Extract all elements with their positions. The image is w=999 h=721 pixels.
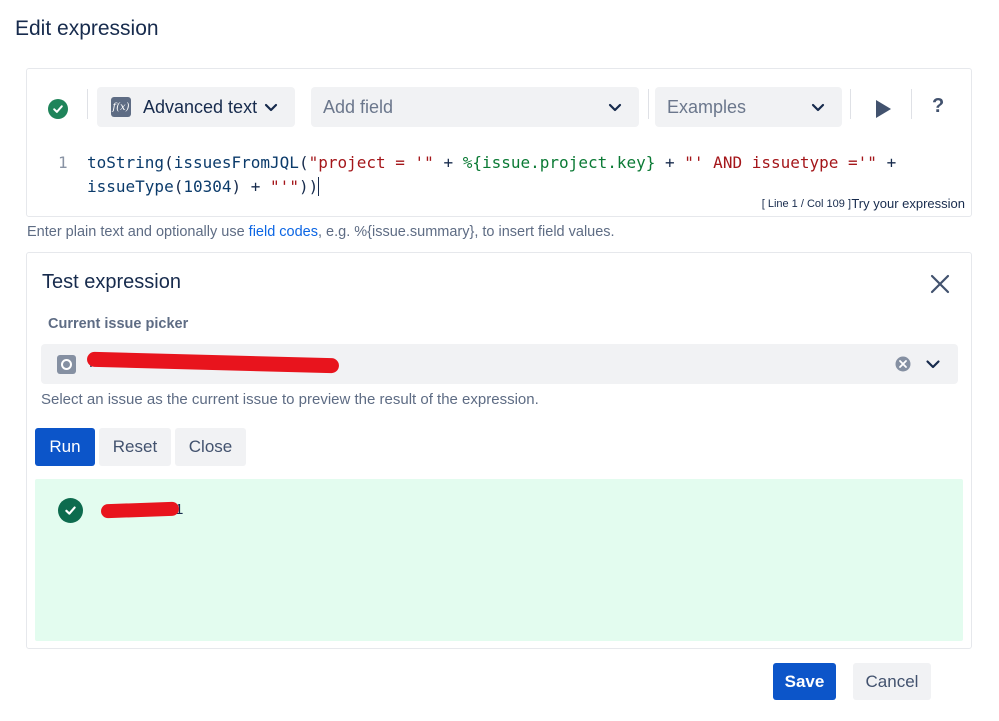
redaction-mark bbox=[100, 501, 180, 519]
code-token: + bbox=[876, 153, 897, 172]
function-icon: f(x) bbox=[111, 97, 131, 117]
current-issue-picker[interactable]: PT bbox=[41, 344, 958, 384]
add-field-placeholder: Add field bbox=[323, 96, 394, 117]
examples-select[interactable]: Examples bbox=[655, 87, 842, 127]
redaction-mark bbox=[86, 351, 340, 374]
result-panel: 1 bbox=[35, 479, 963, 641]
code-token: toString bbox=[87, 153, 165, 172]
chevron-down-icon bbox=[811, 103, 825, 112]
chevron-down-icon[interactable] bbox=[923, 354, 943, 374]
code-token: ( bbox=[173, 177, 184, 196]
reset-button[interactable]: Reset bbox=[99, 428, 171, 466]
code-token: ( bbox=[164, 153, 174, 172]
code-line-1: toString(issuesFromJQL("project = '" + %… bbox=[87, 153, 896, 172]
toolbar-divider bbox=[850, 89, 851, 119]
code-token: issuesFromJQL bbox=[173, 153, 299, 172]
examples-placeholder: Examples bbox=[667, 96, 747, 117]
code-token: ( bbox=[298, 153, 309, 172]
add-field-select[interactable]: Add field bbox=[311, 87, 639, 127]
editor-toolbar: f(x) Advanced text Add field Examples ? bbox=[27, 69, 971, 147]
field-codes-link[interactable]: field codes bbox=[249, 224, 318, 240]
picker-help-text: Select an issue as the current issue to … bbox=[41, 391, 539, 408]
issue-type-icon bbox=[57, 355, 76, 374]
try-expression-link[interactable]: Try your expression bbox=[851, 196, 965, 211]
cancel-button[interactable]: Cancel bbox=[853, 663, 931, 700]
text-caret bbox=[318, 177, 320, 196]
test-panel-title: Test expression bbox=[42, 271, 181, 293]
cursor-position: [ Line 1 / Col 109 ] bbox=[761, 198, 851, 210]
code-token: "' AND issuetype ='" bbox=[684, 153, 877, 172]
toolbar-divider bbox=[87, 89, 88, 119]
code-line-2: issueType(10304) + "'")) bbox=[87, 177, 320, 196]
help-icon[interactable]: ? bbox=[932, 95, 944, 118]
code-token: )) bbox=[298, 177, 319, 196]
code-editor[interactable]: 1 toString(issuesFromJQL("project = '" +… bbox=[27, 147, 971, 216]
code-token: %{issue.project.key} bbox=[462, 153, 656, 172]
code-token: + bbox=[433, 153, 463, 172]
chevron-down-icon bbox=[264, 103, 278, 112]
check-circle-icon bbox=[58, 498, 83, 523]
mode-select[interactable]: f(x) Advanced text bbox=[97, 87, 295, 127]
clear-icon[interactable] bbox=[895, 356, 911, 372]
picker-label: Current issue picker bbox=[48, 316, 189, 332]
code-token: + bbox=[655, 153, 685, 172]
helper-text: Enter plain text and optionally use fiel… bbox=[27, 224, 615, 240]
chevron-down-icon bbox=[608, 103, 622, 112]
code-token: ) + bbox=[231, 177, 271, 196]
check-circle-icon bbox=[48, 99, 68, 119]
mode-select-label: Advanced text bbox=[143, 96, 258, 117]
line-number: 1 bbox=[58, 153, 68, 172]
expression-editor: f(x) Advanced text Add field Examples ? … bbox=[26, 68, 972, 217]
test-expression-panel: Test expression Current issue picker PT … bbox=[26, 252, 972, 649]
page-title: Edit expression bbox=[15, 17, 159, 40]
close-icon[interactable] bbox=[929, 273, 951, 295]
close-button[interactable]: Close bbox=[175, 428, 246, 466]
code-token: issueType bbox=[87, 177, 174, 196]
code-token: 10304 bbox=[183, 177, 232, 196]
toolbar-divider bbox=[648, 89, 649, 119]
code-token: "'" bbox=[270, 177, 299, 196]
save-button[interactable]: Save bbox=[773, 663, 836, 700]
run-button[interactable]: Run bbox=[35, 428, 95, 466]
code-token: "project = '" bbox=[308, 153, 434, 172]
play-icon[interactable] bbox=[872, 98, 894, 120]
toolbar-divider bbox=[911, 89, 912, 119]
helper-text-start: Enter plain text and optionally use bbox=[27, 224, 249, 240]
helper-text-end: , e.g. %{issue.summary}, to insert field… bbox=[318, 224, 615, 240]
